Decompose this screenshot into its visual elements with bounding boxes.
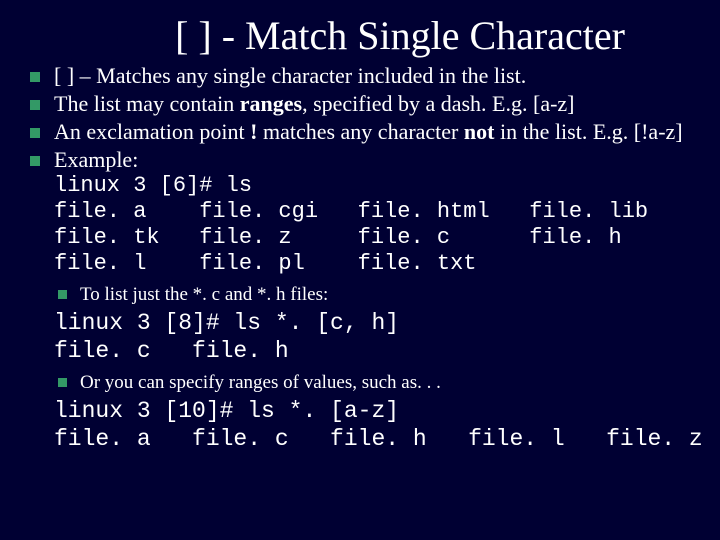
bold-text: not: [464, 119, 495, 144]
bullet-item: Example: linux 3 [6]# ls file. a file. c…: [28, 147, 692, 277]
bullet-list: [ ] – Matches any single character inclu…: [28, 63, 692, 277]
bullet-item: [ ] – Matches any single character inclu…: [28, 63, 692, 89]
sub-bullet-list: To list just the *. c and *. h files:: [58, 283, 692, 307]
sub-bullet-text: To list just the *. c and *. h files:: [80, 284, 328, 305]
bullet-text: An exclamation point: [54, 119, 250, 144]
bullet-item: The list may contain ranges, specified b…: [28, 91, 692, 117]
slide-title: [ ] - Match Single Character: [108, 12, 692, 59]
bullet-text: matches any character: [257, 119, 463, 144]
code-block: linux 3 [10]# ls *. [a-z] file. a file. …: [54, 398, 692, 452]
slide: [ ] - Match Single Character [ ] – Match…: [0, 0, 720, 540]
bullet-text: Example:: [54, 147, 138, 172]
sub-bullet-item: Or you can specify ranges of values, suc…: [58, 371, 692, 395]
sub-bullet-list: Or you can specify ranges of values, suc…: [58, 371, 692, 395]
bullet-text: The list may contain: [54, 91, 240, 116]
code-block: linux 3 [6]# ls file. a file. cgi file. …: [54, 173, 692, 277]
sub-bullet-item: To list just the *. c and *. h files:: [58, 283, 692, 307]
bullet-text: , specified by a dash. E.g. [a-z]: [302, 91, 574, 116]
sub-bullet-text: Or you can specify ranges of values, suc…: [80, 372, 441, 393]
bullet-text: [ ] – Matches any single character inclu…: [54, 63, 526, 88]
code-block: linux 3 [8]# ls *. [c, h] file. c file. …: [54, 310, 692, 364]
bold-text: ranges: [240, 91, 302, 116]
bullet-text: in the list. E.g. [!a-z]: [494, 119, 682, 144]
bullet-item: An exclamation point ! matches any chara…: [28, 119, 692, 145]
